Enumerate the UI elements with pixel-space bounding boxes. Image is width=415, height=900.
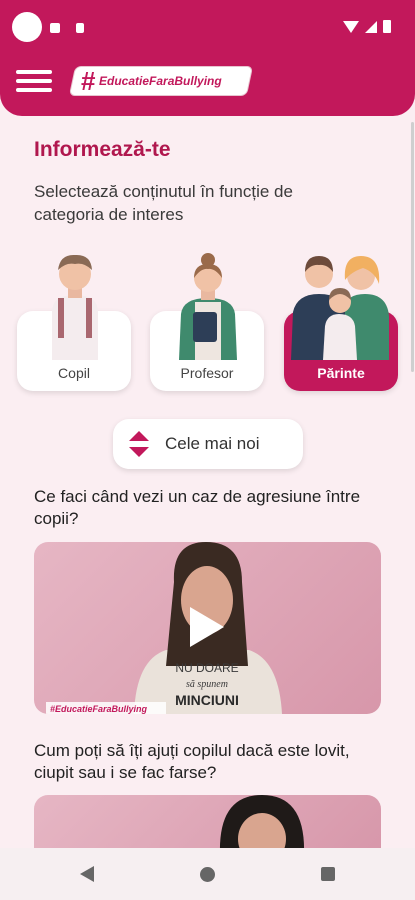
back-icon[interactable] (80, 866, 94, 882)
menu-button[interactable] (16, 70, 52, 92)
status-bar (0, 0, 415, 52)
category-label: Părinte (317, 365, 365, 381)
category-label: Copil (58, 365, 90, 381)
category-parinte[interactable]: Părinte (284, 311, 398, 391)
wifi-icon (343, 20, 359, 33)
sort-button[interactable]: Cele mai noi (113, 419, 303, 469)
logo-hash: # (81, 66, 96, 96)
video-question: Ce faci când vezi un caz de agresiune în… (34, 487, 361, 528)
sort-label: Cele mai noi (165, 434, 260, 453)
scrollbar[interactable] (411, 122, 414, 372)
shirt-text-3: MINCIUNI (175, 692, 239, 708)
home-icon[interactable] (200, 867, 215, 882)
shirt-text-1: NU DOARE (175, 661, 238, 675)
chat-icon (50, 23, 60, 33)
app-logo: # EducatieFaraBullying (68, 66, 254, 96)
battery-icon (383, 20, 391, 33)
recents-icon[interactable] (321, 867, 335, 881)
video-watermark: #EducatieFaraBullying (50, 704, 148, 714)
video-card[interactable] (34, 795, 381, 855)
signal-icon (365, 20, 377, 33)
logo-text: EducatieFaraBullying (99, 74, 223, 88)
category-copil[interactable]: Copil (17, 311, 131, 391)
category-label: Profesor (180, 365, 234, 381)
app-header: # EducatieFaraBullying (0, 0, 415, 116)
page-subtitle: Selectează conținutul în funcție de cate… (34, 182, 293, 224)
play-icon[interactable] (190, 607, 224, 647)
shirt-text-2: să spunem (186, 679, 228, 690)
page-title: Informează-te (34, 138, 171, 161)
sort-icon (129, 431, 149, 457)
video-question: Cum poți să îți ajuți copilul dacă este … (34, 741, 350, 782)
video-card[interactable]: NU DOARE să spunem MINCIUNI #EducatieFar… (34, 542, 381, 714)
category-profesor[interactable]: Profesor (150, 311, 264, 391)
notification-icon (12, 12, 42, 42)
video-thumbnail (219, 795, 305, 855)
sim-icon (76, 23, 84, 33)
